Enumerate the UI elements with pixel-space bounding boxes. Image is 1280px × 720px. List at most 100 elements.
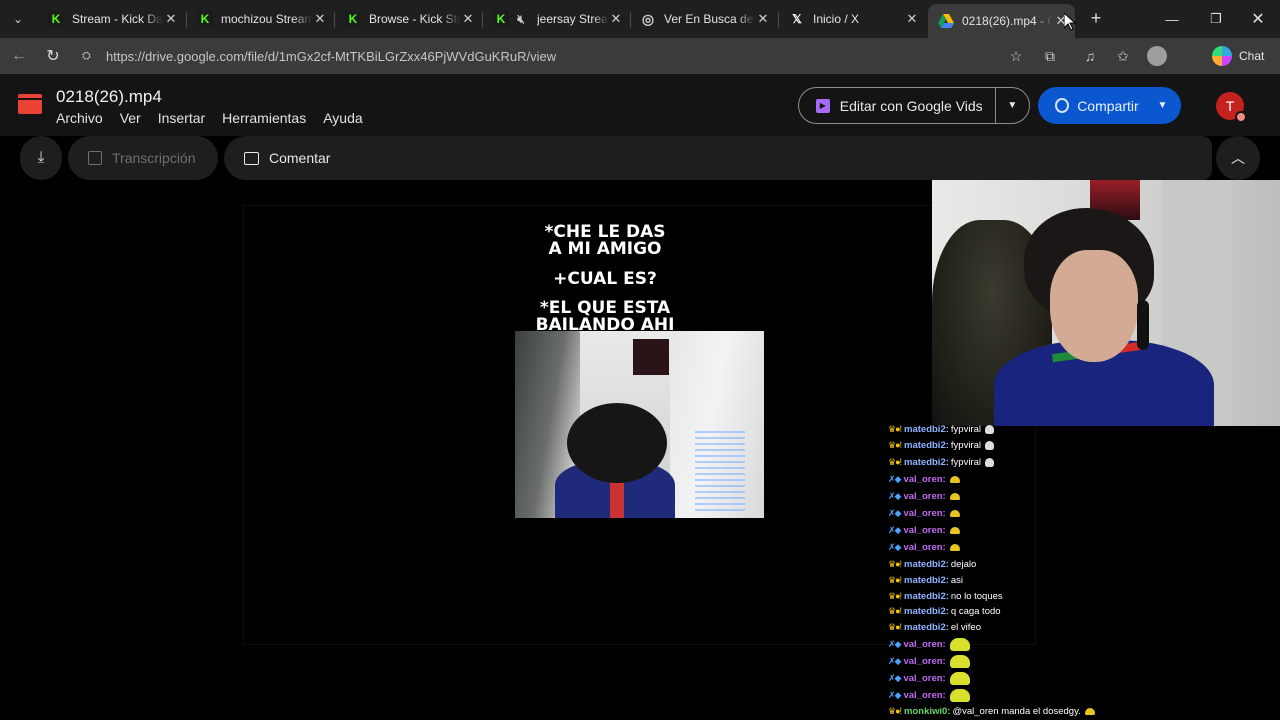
site-info-icon[interactable]: ⛭ [82, 50, 98, 63]
tab-title: Browse - Kick Streams [369, 12, 460, 26]
crown-badge-icon: ♛●! [888, 440, 902, 450]
chat-message: ✗◆ val_oren: [888, 689, 970, 702]
chat-text: fypviral [950, 440, 981, 451]
sword-badge-icon: ✗◆ [888, 690, 902, 700]
chevron-down-icon[interactable]: ▼ [996, 100, 1029, 111]
chat-username[interactable]: matedbi2: [904, 424, 949, 435]
account-avatar[interactable]: T [1216, 92, 1247, 123]
address-omnibox[interactable]: ⛭ https://drive.google.com/file/d/1mGx2c… [70, 42, 1030, 70]
chat-username[interactable]: val_oren: [903, 491, 945, 502]
video-caption-line: +CUAL ES? [553, 269, 657, 289]
menu-ver[interactable]: Ver [120, 110, 141, 126]
tab-ver-en-busca[interactable]: ◎ Ver En Busca del D ✕ [630, 4, 777, 34]
favorites-icon[interactable]: ✩ [1113, 46, 1133, 66]
chat-username[interactable]: matedbi2: [904, 559, 949, 570]
maximize-button[interactable]: ❐ [1194, 0, 1238, 38]
close-icon[interactable]: ✕ [163, 11, 179, 27]
chat-username[interactable]: matedbi2: [904, 440, 949, 451]
tab-inicio-x[interactable]: 𝕏 Inicio / X ✕ [779, 4, 926, 34]
tab-kick-dashboard[interactable]: K Stream - Kick Dashboard ✕ [38, 4, 185, 34]
transcription-label: Transcripción [112, 150, 196, 166]
globe-icon: ◎ [641, 10, 655, 27]
x-logo-icon: 𝕏 [792, 12, 802, 26]
minimize-button[interactable]: — [1150, 0, 1194, 38]
chat-message: ♛●! matedbi2: asi [888, 575, 963, 586]
chat-message: ✗◆ val_oren: [888, 542, 960, 553]
tab-search-button[interactable]: ⌄ [6, 8, 30, 30]
chat-message: ✗◆ val_oren: [888, 508, 960, 519]
comment-button[interactable]: Comentar [224, 136, 1212, 180]
address-url[interactable]: https://drive.google.com/file/d/1mGx2cf-… [106, 49, 556, 64]
chat-username[interactable]: val_oren: [903, 639, 945, 650]
back-arrow-icon[interactable]: ← [6, 44, 32, 68]
extensions-icon[interactable]: ⧉ [1040, 46, 1060, 66]
address-bar-row: ← ↻ ⛭ https://drive.google.com/file/d/1m… [0, 38, 1280, 74]
tab-google-drive-active[interactable]: 0218(26).mp4 - Google Drive ✕ [928, 4, 1075, 38]
chat-message: ♛●! matedbi2: el vifeo [888, 622, 981, 633]
window-close-button[interactable]: ✕ [1236, 0, 1280, 38]
download-icon: ⤓ [37, 149, 45, 166]
edit-with-vids-button[interactable]: ▶ Editar con Google Vids ▼ [798, 87, 1030, 124]
muted-speaker-icon[interactable]: 🔇︎ [513, 11, 529, 27]
sword-badge-icon: ✗◆ [888, 542, 902, 552]
chat-username[interactable]: matedbi2: [904, 606, 949, 617]
tab-mochizou-stream[interactable]: K mochizou Stream - Kick ✕ [187, 4, 334, 34]
chevron-down-icon[interactable]: ▼ [1144, 100, 1181, 111]
browser-tab-bar: ⌄ K Stream - Kick Dashboard ✕ K mochizou… [0, 0, 1280, 38]
chat-username[interactable]: val_oren: [903, 690, 945, 701]
chat-username[interactable]: val_oren: [903, 525, 945, 536]
clip-chat-overlay [695, 431, 745, 511]
chat-text: q caga todo [950, 606, 1001, 617]
google-drive-icon [938, 13, 954, 29]
share-button[interactable]: Compartir ▼ [1038, 87, 1181, 124]
download-button[interactable]: ⤓ [20, 136, 62, 180]
menu-ayuda[interactable]: Ayuda [323, 110, 362, 126]
crown-badge-icon: ♛●! [888, 606, 902, 616]
emote-icon [949, 476, 960, 483]
chat-label: Chat [1239, 49, 1265, 63]
favorite-star-icon[interactable]: ☆ [1006, 46, 1026, 66]
emote-icon [949, 527, 960, 534]
new-tab-button[interactable]: + [1086, 8, 1106, 28]
emote-icon [949, 672, 970, 685]
chat-username[interactable]: val_oren: [903, 508, 945, 519]
chat-message: ✗◆ val_oren: [888, 655, 970, 668]
chat-username[interactable]: val_oren: [903, 656, 945, 667]
profile-avatar[interactable] [1147, 46, 1167, 66]
tab-jeersay-stream[interactable]: K 🔇︎ jeersay Stream - Kick ✕ [483, 4, 630, 34]
chat-username[interactable]: val_oren: [903, 673, 945, 684]
collapse-toolbar-button[interactable]: ︿ [1216, 136, 1260, 180]
crown-badge-icon: ♛●! [888, 622, 902, 632]
sword-badge-icon: ✗◆ [888, 673, 902, 683]
menu-insertar[interactable]: Insertar [158, 110, 205, 126]
emote-icon [949, 510, 960, 517]
chat-username[interactable]: matedbi2: [904, 575, 949, 586]
chat-username[interactable]: matedbi2: [904, 591, 949, 602]
copilot-chat-button[interactable]: Chat [1212, 44, 1264, 68]
skull-emote-icon [984, 425, 994, 434]
clip-shirt-stripe [610, 481, 624, 518]
close-icon[interactable]: ✕ [460, 11, 476, 27]
chat-username[interactable]: val_oren: [903, 474, 945, 485]
chat-username[interactable]: monkiwi0: [904, 706, 950, 717]
close-icon[interactable]: ✕ [755, 11, 771, 27]
emote-icon [949, 638, 970, 651]
close-icon[interactable]: ✕ [904, 11, 920, 27]
video-caption-line: *EL QUE ESTA [539, 298, 671, 318]
menu-herramientas[interactable]: Herramientas [222, 110, 306, 126]
viewer-toolbar: ⤓ Transcripción Comentar ︿ [0, 136, 1280, 180]
tab-browse-kick[interactable]: K Browse - Kick Streams ✕ [335, 4, 482, 34]
chat-message: ✗◆ val_oren: [888, 474, 960, 485]
chat-username[interactable]: matedbi2: [904, 457, 949, 468]
reload-icon[interactable]: ↻ [40, 44, 66, 68]
chat-message: ✗◆ val_oren: [888, 525, 960, 536]
menu-archivo[interactable]: Archivo [56, 110, 103, 126]
chat-message: ♛●! matedbi2: fypviral [888, 440, 994, 451]
chat-username[interactable]: matedbi2: [904, 622, 949, 633]
reading-list-icon[interactable]: ♫ [1080, 46, 1100, 66]
chat-username[interactable]: val_oren: [903, 542, 945, 553]
close-icon[interactable]: ✕ [312, 11, 328, 27]
sword-badge-icon: ✗◆ [888, 525, 902, 535]
transcription-button[interactable]: Transcripción [68, 136, 218, 180]
close-icon[interactable]: ✕ [608, 11, 624, 27]
